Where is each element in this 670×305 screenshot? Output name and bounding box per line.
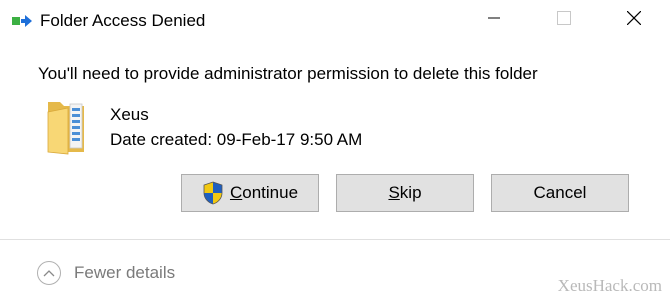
folder-date-created: Date created: 09-Feb-17 9:50 AM <box>110 130 363 149</box>
maximize-icon <box>557 10 571 30</box>
window-title: Folder Access Denied <box>40 11 206 30</box>
folder-name: Xeus <box>110 105 149 124</box>
skip-button-label: Skip <box>388 183 422 202</box>
chevron-up-icon <box>37 261 61 285</box>
cancel-button-label: Cancel <box>533 183 587 202</box>
fewer-details-label: Fewer details <box>74 263 176 282</box>
footer-divider <box>0 239 670 240</box>
title-bar[interactable]: Folder Access Denied <box>0 0 670 44</box>
folder-access-denied-dialog: Folder Access Denied You'll need to prov… <box>0 0 670 305</box>
continue-button-label: Continue <box>229 183 299 202</box>
dialog-message: You'll need to provide administrator per… <box>38 64 538 83</box>
skip-button[interactable]: Skip <box>336 174 474 212</box>
close-button[interactable] <box>611 0 657 40</box>
cancel-button[interactable]: Cancel <box>491 174 629 212</box>
close-icon <box>626 10 642 30</box>
continue-button[interactable]: Continue <box>181 174 319 212</box>
move-folder-icon <box>12 13 32 29</box>
maximize-button[interactable] <box>541 0 587 40</box>
minimize-icon <box>488 11 500 29</box>
watermark: XeusHack.com <box>557 276 662 295</box>
uac-shield-icon <box>202 181 224 205</box>
folder-icon <box>44 96 92 156</box>
fewer-details-toggle[interactable]: Fewer details <box>37 259 175 287</box>
minimize-button[interactable] <box>471 0 517 40</box>
